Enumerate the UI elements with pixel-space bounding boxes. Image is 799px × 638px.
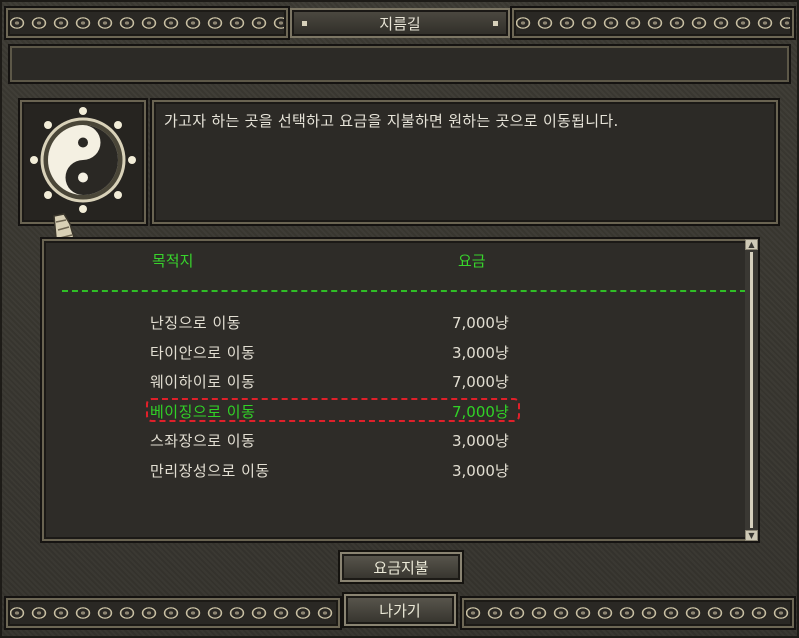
fee-label: 7,000냥 <box>452 314 509 332</box>
list-scrollbar[interactable]: ▲ ▼ <box>745 239 758 541</box>
pay-fee-button[interactable]: 요금지불 <box>340 552 462 582</box>
header-divider <box>62 290 746 292</box>
fee-column-header: 요금 <box>458 252 486 270</box>
window-title: 지름길 <box>379 14 421 33</box>
title-rivet-right <box>493 21 498 26</box>
header-strip <box>8 44 791 84</box>
ornament-band-bottom-right <box>460 596 796 630</box>
scroll-track[interactable] <box>750 252 753 528</box>
fee-label: 3,000냥 <box>452 462 509 480</box>
destination-label: 스좌장으로 이동 <box>150 432 256 450</box>
destination-label: 만리장성으로 이동 <box>150 462 270 480</box>
description-box: 가고자 하는 곳을 선택하고 요금을 지불하면 원하는 곳으로 이동됩니다. <box>150 98 780 226</box>
selection-highlight <box>146 398 520 422</box>
destination-label: 타이안으로 이동 <box>150 344 256 362</box>
scroll-down-icon[interactable]: ▼ <box>745 530 758 541</box>
destination-row-weihai[interactable]: 웨이하이로 이동 7,000냥 <box>0 368 799 394</box>
ornament-band-top-left <box>4 6 290 40</box>
scroll-up-icon[interactable]: ▲ <box>745 239 758 250</box>
description-text: 가고자 하는 곳을 선택하고 요금을 지불하면 원하는 곳으로 이동됩니다. <box>164 112 619 130</box>
destination-row-taian[interactable]: 타이안으로 이동 3,000냥 <box>0 339 799 365</box>
fee-label: 3,000냥 <box>452 344 509 362</box>
exit-button[interactable]: 나가기 <box>344 594 456 626</box>
destination-column-header: 목적지 <box>152 252 194 270</box>
fee-label: 3,000냥 <box>452 432 509 450</box>
destination-label: 웨이하이로 이동 <box>150 373 256 391</box>
ornament-band-bottom-left <box>4 596 342 630</box>
destination-row-nanjing[interactable]: 난징으로 이동 7,000냥 <box>0 309 799 335</box>
fee-label: 7,000냥 <box>452 373 509 391</box>
destination-label: 난징으로 이동 <box>150 314 242 332</box>
title-rivet-left <box>302 21 307 26</box>
npc-portrait <box>18 98 148 263</box>
ornament-band-top-right <box>510 6 796 40</box>
window-title-plate: 지름길 <box>290 8 510 38</box>
destination-row-great-wall[interactable]: 만리장성으로 이동 3,000냥 <box>0 457 799 483</box>
destination-row-shijiazhuang[interactable]: 스좌장으로 이동 3,000냥 <box>0 427 799 453</box>
